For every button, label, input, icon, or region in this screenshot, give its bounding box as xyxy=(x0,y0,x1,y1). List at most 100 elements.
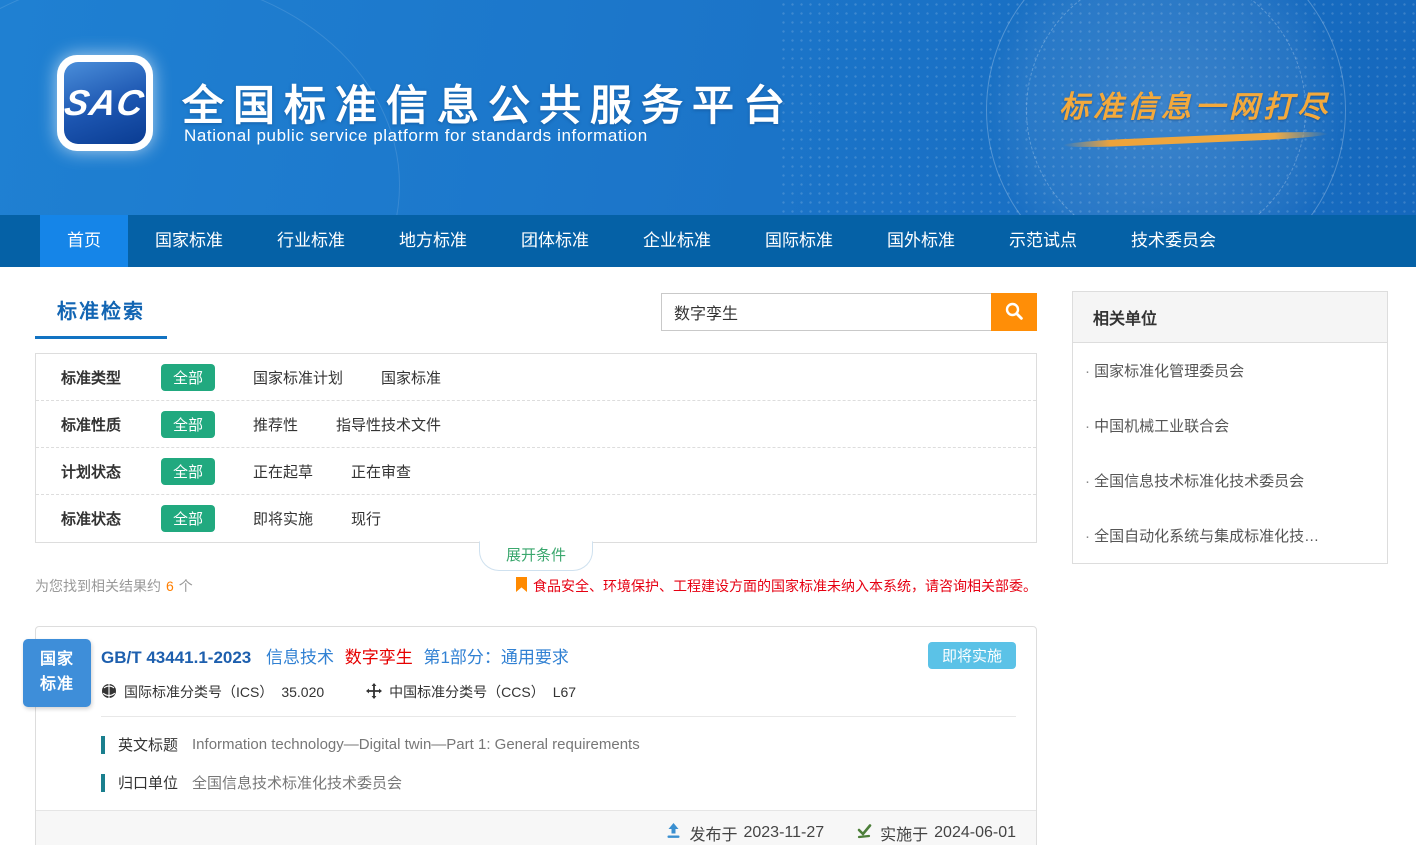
nav-tab-technical-committee[interactable]: 技术委员会 xyxy=(1104,215,1243,267)
sac-logo-inner: SAC xyxy=(64,62,146,144)
filter-row-standard-type: 标准类型 全部 国家标准计划 国家标准 xyxy=(36,354,1036,401)
sac-logo-text: SAC xyxy=(62,82,148,124)
sidebar-item-it-standardization-committee[interactable]: 全国信息技术标准化技术委员会 xyxy=(1073,453,1387,508)
card-title-row: GB/T 43441.1-2023 信息技术 数字孪生 第1部分：通用要求 即将… xyxy=(101,642,1016,669)
results-summary: 为您找到相关结果约6个 xyxy=(35,576,193,596)
nav-tab-industry-standards[interactable]: 行业标准 xyxy=(250,215,372,267)
nav-tab-group-standards[interactable]: 团体标准 xyxy=(494,215,616,267)
card-footer: 发布于 2023-11-27 实施于 2024-06-01 xyxy=(36,810,1036,845)
published-date: 2023-11-27 xyxy=(743,824,824,842)
published-label: 发布于 xyxy=(689,821,737,845)
standard-title-part2: 第1部分：通用要求 xyxy=(423,648,568,667)
nav-tab-home[interactable]: 首页 xyxy=(40,215,128,267)
sidebar-item-sac[interactable]: 国家标准化管理委员会 xyxy=(1073,343,1387,398)
published-date-item: 发布于 2023-11-27 xyxy=(665,821,824,845)
system-notice: 食品安全、环境保护、工程建设方面的国家标准未纳入本系统，请咨询相关部委。 xyxy=(516,576,1037,596)
sidebar-item-automation-systems-committee[interactable]: 全国自动化系统与集成标准化技… xyxy=(1073,508,1387,563)
filter-all-badge[interactable]: 全部 xyxy=(161,411,215,438)
filter-option[interactable]: 推荐性 xyxy=(253,414,298,435)
filter-label: 标准性质 xyxy=(61,414,161,435)
nav-tab-local-standards[interactable]: 地方标准 xyxy=(372,215,494,267)
filter-all-badge[interactable]: 全部 xyxy=(161,458,215,485)
section-title: 标准检索 xyxy=(35,291,167,339)
ccs-label: 中国标准分类号（CCS） xyxy=(389,682,545,702)
search-input[interactable] xyxy=(661,293,991,331)
ics-value: 35.020 xyxy=(281,684,324,700)
search-group xyxy=(661,293,1037,331)
site-title: 全国标准信息公共服务平台 xyxy=(182,72,794,133)
slogan-text: 标准信息一网打尽 xyxy=(1059,82,1331,126)
status-badge: 即将实施 xyxy=(928,642,1016,669)
teal-bar-decoration xyxy=(101,774,105,792)
implemented-label: 实施于 xyxy=(880,821,928,845)
classification-row: 国际标准分类号（ICS） 35.020 中国标准分类号（CCS） L67 xyxy=(101,682,1016,702)
right-sidebar: 相关单位 国家标准化管理委员会 中国机械工业联合会 全国信息技术标准化技术委员会… xyxy=(1072,291,1388,845)
filter-label: 标准类型 xyxy=(61,367,161,388)
summary-suffix: 个 xyxy=(179,578,193,594)
search-button[interactable] xyxy=(991,293,1037,331)
search-icon xyxy=(1004,301,1024,324)
filter-all-badge[interactable]: 全部 xyxy=(161,364,215,391)
ccs-value: L67 xyxy=(553,684,576,700)
sac-logo[interactable]: SAC xyxy=(57,55,153,151)
card-divider xyxy=(101,716,1016,717)
nav-tab-national-standards[interactable]: 国家标准 xyxy=(128,215,250,267)
implemented-date: 2024-06-01 xyxy=(934,824,1016,842)
filter-label: 计划状态 xyxy=(61,461,161,482)
summary-prefix: 为您找到相关结果约 xyxy=(35,578,161,594)
filter-option[interactable]: 正在审查 xyxy=(351,461,411,482)
filter-option[interactable]: 国家标准计划 xyxy=(253,367,343,388)
ics-item: 国际标准分类号（ICS） 35.020 xyxy=(101,682,324,702)
filter-panel: 标准类型 全部 国家标准计划 国家标准 标准性质 全部 推荐性 指导性技术文件 … xyxy=(35,353,1037,543)
nav-tab-foreign-standards[interactable]: 国外标准 xyxy=(860,215,982,267)
slogan-block: 标准信息一网打尽 xyxy=(1059,82,1331,143)
english-title-label: 英文标题 xyxy=(118,734,178,755)
filter-option[interactable]: 国家标准 xyxy=(381,367,441,388)
badge-line1: 国家 xyxy=(40,648,74,673)
site-subtitle: National public service platform for sta… xyxy=(184,126,648,146)
filter-row-standard-nature: 标准性质 全部 推荐性 指导性技术文件 xyxy=(36,401,1036,448)
expand-conditions-wrap: 展开条件 xyxy=(35,542,1037,568)
compass-arrows-icon xyxy=(366,683,389,702)
standard-result-card: 国家 标准 GB/T 43441.1-2023 信息技术 数字孪生 第1部分：通… xyxy=(35,626,1037,845)
filter-option[interactable]: 现行 xyxy=(351,508,381,529)
expand-conditions-button[interactable]: 展开条件 xyxy=(479,541,593,571)
committee-value: 全国信息技术标准化技术委员会 xyxy=(192,772,402,793)
filter-row-plan-status: 计划状态 全部 正在起草 正在审查 xyxy=(36,448,1036,495)
filter-label: 标准状态 xyxy=(61,508,161,529)
filter-row-standard-status: 标准状态 全部 即将实施 现行 xyxy=(36,495,1036,542)
nav-tab-international-standards[interactable]: 国际标准 xyxy=(738,215,860,267)
teal-bar-decoration xyxy=(101,736,105,754)
implemented-date-item: 实施于 2024-06-01 xyxy=(856,821,1016,845)
standard-title-link[interactable]: GB/T 43441.1-2023 信息技术 数字孪生 第1部分：通用要求 xyxy=(101,643,569,668)
filter-option[interactable]: 正在起草 xyxy=(253,461,313,482)
badge-line2: 标准 xyxy=(40,673,74,698)
committee-row: 归口单位 全国信息技术标准化技术委员会 xyxy=(101,772,1016,793)
bookmark-icon xyxy=(516,577,533,595)
filter-option[interactable]: 指导性技术文件 xyxy=(336,414,441,435)
related-units-title: 相关单位 xyxy=(1073,292,1387,343)
nav-tab-enterprise-standards[interactable]: 企业标准 xyxy=(616,215,738,267)
nav-tab-pilot[interactable]: 示范试点 xyxy=(982,215,1104,267)
standard-title-part1: 信息技术 xyxy=(266,648,334,667)
notice-text: 食品安全、环境保护、工程建设方面的国家标准未纳入本系统，请咨询相关部委。 xyxy=(533,576,1037,596)
header-banner: SAC 全国标准信息公共服务平台 National public service… xyxy=(0,0,1416,215)
filter-option[interactable]: 即将实施 xyxy=(253,508,313,529)
results-summary-row: 为您找到相关结果约6个 食品安全、环境保护、工程建设方面的国家标准未纳入本系统，… xyxy=(35,576,1037,596)
publish-upload-icon xyxy=(665,822,689,844)
standard-code: GB/T 43441.1-2023 xyxy=(101,648,251,667)
main-content: 标准检索 标准类型 全部 国家标准计划 国家标准 xyxy=(0,267,1416,845)
ccs-item: 中国标准分类号（CCS） L67 xyxy=(366,682,576,702)
implement-check-icon xyxy=(856,822,880,844)
sidebar-item-machinery-federation[interactable]: 中国机械工业联合会 xyxy=(1073,398,1387,453)
standard-title-highlight: 数字孪生 xyxy=(345,648,413,667)
card-body: GB/T 43441.1-2023 信息技术 数字孪生 第1部分：通用要求 即将… xyxy=(36,627,1036,793)
filter-all-badge[interactable]: 全部 xyxy=(161,505,215,532)
english-title-value: Information technology—Digital twin—Part… xyxy=(192,736,640,753)
related-units-box: 相关单位 国家标准化管理委员会 中国机械工业联合会 全国信息技术标准化技术委员会… xyxy=(1072,291,1388,564)
national-standard-badge: 国家 标准 xyxy=(23,639,91,707)
english-title-row: 英文标题 Information technology—Digital twin… xyxy=(101,734,1016,755)
committee-label: 归口单位 xyxy=(118,772,178,793)
globe-icon xyxy=(101,683,124,702)
main-nav: 首页 国家标准 行业标准 地方标准 团体标准 企业标准 国际标准 国外标准 示范… xyxy=(0,215,1416,267)
